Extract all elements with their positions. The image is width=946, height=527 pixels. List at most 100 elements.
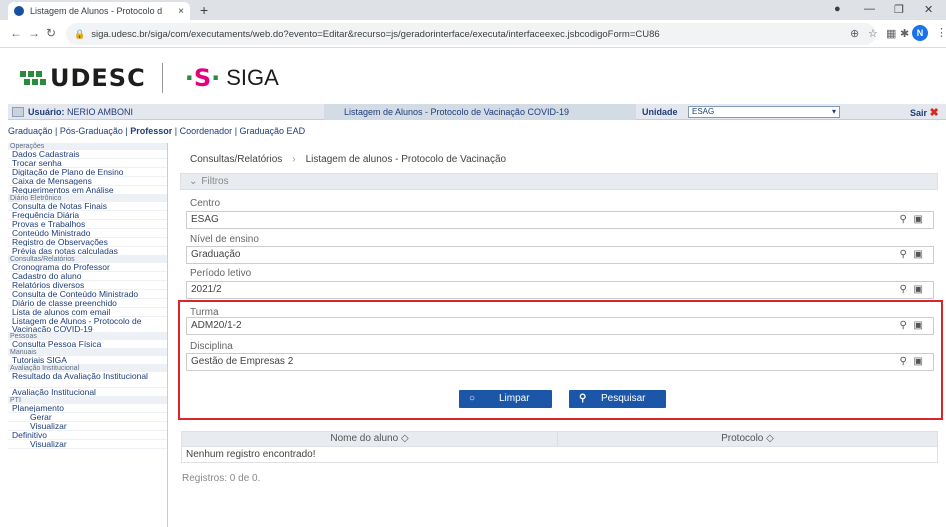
nivel-field[interactable]: Graduação ⚲ ▣ — [186, 246, 934, 264]
search-icon: ⚲ — [579, 393, 587, 404]
circle-icon: ○ — [469, 393, 476, 404]
sidebar-item-gerar[interactable]: Gerar — [8, 413, 167, 422]
turma-field[interactable]: ADM20/1-2 ⚲ ▣ — [186, 317, 934, 335]
nivel-label: Nível de ensino — [190, 234, 259, 245]
search-icon[interactable]: ⚲ ▣ — [899, 318, 925, 334]
sidebar-item-definitivo[interactable]: Definitivo — [8, 431, 167, 440]
sidebar-item-observacoes[interactable]: Registro de Observações — [8, 238, 167, 247]
record-icon[interactable]: ● — [834, 3, 841, 15]
sidebar-section-title: Operações — [8, 143, 167, 150]
minimize-icon[interactable]: — — [864, 3, 875, 15]
sidebar-item-dados-cadastrais[interactable]: Dados Cadastrais — [8, 150, 167, 159]
search-icon[interactable]: ⚲ ▣ — [899, 212, 925, 228]
user-label: Usuário: NERIO AMBONI — [28, 107, 134, 117]
sidebar-item-protocolo-vacinacao[interactable]: Listagem de Alunos - Protocolo de Vacina… — [8, 317, 167, 333]
search-icon[interactable]: ⚲ ▣ — [899, 282, 925, 298]
sidebar-item-planejamento[interactable]: Planejamento — [8, 404, 167, 413]
user-header-bar: Usuário: NERIO AMBONI Listagem de Alunos… — [8, 104, 946, 120]
nav-graduacao[interactable]: Graduação — [8, 126, 53, 136]
sidebar-item-avaliacao[interactable]: Avaliação Institucional — [8, 388, 167, 397]
url-omnibox[interactable]: 🔒 siga.udesc.br/siga/com/executaments/we… — [66, 23, 876, 45]
search-icon[interactable]: ⚲ ▣ — [899, 354, 925, 370]
sidebar-item-conteudo[interactable]: Conteúdo Ministrado — [8, 229, 167, 238]
close-icon: ✖ — [929, 107, 939, 119]
sidebar-item-pessoa-fisica[interactable]: Consulta Pessoa Física — [8, 340, 167, 349]
sidebar-item-trocar-senha[interactable]: Trocar senha — [8, 159, 167, 168]
sidebar-item-lista-email[interactable]: Lista de alunos com email — [8, 308, 167, 317]
nav-graduacao-ead[interactable]: Graduação EAD — [240, 126, 306, 136]
centro-field[interactable]: ESAG ⚲ ▣ — [186, 211, 934, 229]
sidebar-item-cadastro-aluno[interactable]: Cadastro do aluno — [8, 272, 167, 281]
col-protocolo[interactable]: Protocolo ◇ — [558, 432, 937, 446]
zoom-icon[interactable]: ⊕ — [850, 27, 859, 40]
unidade-value: ESAG — [692, 107, 715, 116]
tab-title: Listagem de Alunos - Protocolo d — [30, 6, 163, 16]
forward-icon[interactable]: → — [28, 26, 40, 40]
star-icon[interactable]: ☆ — [868, 27, 878, 40]
nav-professor[interactable]: Professor — [130, 126, 172, 136]
udesc-logo-text: UDESC — [50, 64, 146, 92]
sidebar-item-provas[interactable]: Provas e Trabalhos — [8, 220, 167, 229]
address-bar: ← → ↻ 🔒 siga.udesc.br/siga/com/executame… — [0, 20, 946, 48]
extension-icon[interactable]: ▦ — [886, 27, 896, 40]
sort-icon: ◇ — [400, 433, 409, 444]
menu-icon[interactable]: ⋮ — [936, 26, 946, 39]
sidebar-section-title: Consultas/Relatórios — [8, 256, 167, 263]
breadcrumb-current: Listagem de alunos - Protocolo de Vacina… — [305, 154, 507, 165]
udesc-logo-icon — [20, 67, 46, 89]
restore-icon[interactable]: ❐ — [894, 3, 904, 16]
siga-logo-icon: ·S· — [184, 64, 221, 92]
user-name: NERIO AMBONI — [67, 107, 134, 117]
sidebar-item-cronograma[interactable]: Cronograma do Professor — [8, 263, 167, 272]
empty-message: Nenhum registro encontrado! — [181, 447, 938, 463]
sidebar-item-previa-notas[interactable]: Prévia das notas calculadas — [8, 247, 167, 256]
sidebar-item-resultado-avaliacao[interactable]: Resultado da Avaliação Institucional — [8, 372, 167, 388]
nav-pos-graduacao[interactable]: Pós-Graduação — [60, 126, 123, 136]
limpar-button[interactable]: ○ Limpar — [459, 390, 552, 408]
close-tab-icon[interactable]: × — [178, 6, 184, 17]
sidebar-item-visualizar[interactable]: Visualizar — [8, 422, 167, 431]
profile-avatar[interactable]: N — [912, 25, 928, 41]
sidebar-item-tutoriais[interactable]: Tutoriais SIGA — [8, 356, 167, 365]
filters-toggle[interactable]: ⌄ Filtros — [180, 173, 938, 190]
pesquisar-button[interactable]: ⚲ Pesquisar — [569, 390, 666, 408]
browser-tab-bar: Listagem de Alunos - Protocolo d × + ● —… — [0, 0, 946, 20]
sort-icon: ◇ — [766, 433, 774, 444]
sidebar-item-mensagens[interactable]: Caixa de Mensagens — [8, 177, 167, 186]
sidebar-section-title: Diário Eletrônico — [8, 195, 167, 202]
search-icon[interactable]: ⚲ ▣ — [899, 247, 925, 263]
siga-logo-text: SIGA — [226, 65, 279, 90]
back-icon[interactable]: ← — [10, 26, 22, 40]
nav-coordenador[interactable]: Coordenador — [180, 126, 233, 136]
unidade-select[interactable]: ESAG ▾ — [688, 106, 840, 118]
breadcrumb-root[interactable]: Consultas/Relatórios — [190, 154, 282, 165]
disciplina-field[interactable]: Gestão de Empresas 2 ⚲ ▣ — [186, 353, 934, 371]
sidebar-item-frequencia[interactable]: Frequência Diária — [8, 211, 167, 220]
close-window-icon[interactable]: ✕ — [924, 3, 933, 16]
sidebar-item-consulta-conteudo[interactable]: Consulta de Conteúdo Ministrado — [8, 290, 167, 299]
col-nome-aluno[interactable]: Nome do aluno ◇ — [182, 432, 558, 446]
reload-icon[interactable]: ↻ — [46, 26, 56, 40]
new-tab-button[interactable]: + — [200, 2, 208, 18]
puzzle-icon[interactable]: ✱ — [900, 27, 909, 40]
browser-tab[interactable]: Listagem de Alunos - Protocolo d × — [8, 2, 190, 20]
sidebar-section-title: Avaliação Institucional — [8, 365, 167, 372]
sidebar-item-notas-finais[interactable]: Consulta de Notas Finais — [8, 202, 167, 211]
sidebar-item-diario-classe[interactable]: Diário de classe preenchido — [8, 299, 167, 308]
sidebar-item-requerimentos[interactable]: Requerimentos em Análise — [8, 186, 167, 195]
sidebar-item-visualizar-definitivo[interactable]: Visualizar — [8, 440, 167, 449]
sidebar-item-plano-ensino[interactable]: Digitação de Plano de Ensino — [8, 168, 167, 177]
sidebar-section-title: Pessoas — [8, 333, 167, 340]
chevron-down-icon: ▾ — [831, 107, 836, 116]
periodo-field[interactable]: 2021/2 ⚲ ▣ — [186, 281, 934, 299]
periodo-label: Período letivo — [190, 268, 252, 279]
unidade-label: Unidade — [642, 107, 678, 117]
logo-area: UDESC ·S· SIGA — [20, 58, 279, 98]
lock-icon: 🔒 — [74, 28, 86, 39]
url-text: siga.udesc.br/siga/com/executaments/web.… — [91, 28, 660, 40]
chevron-down-icon: ⌄ — [189, 176, 198, 187]
sair-button[interactable]: Sair ✖ — [910, 106, 939, 119]
sidebar-item-relatorios[interactable]: Relatórios diversos — [8, 281, 167, 290]
results-header: Nome do aluno ◇ Protocolo ◇ — [181, 431, 938, 447]
sidebar-section-title: Manuais — [8, 349, 167, 356]
